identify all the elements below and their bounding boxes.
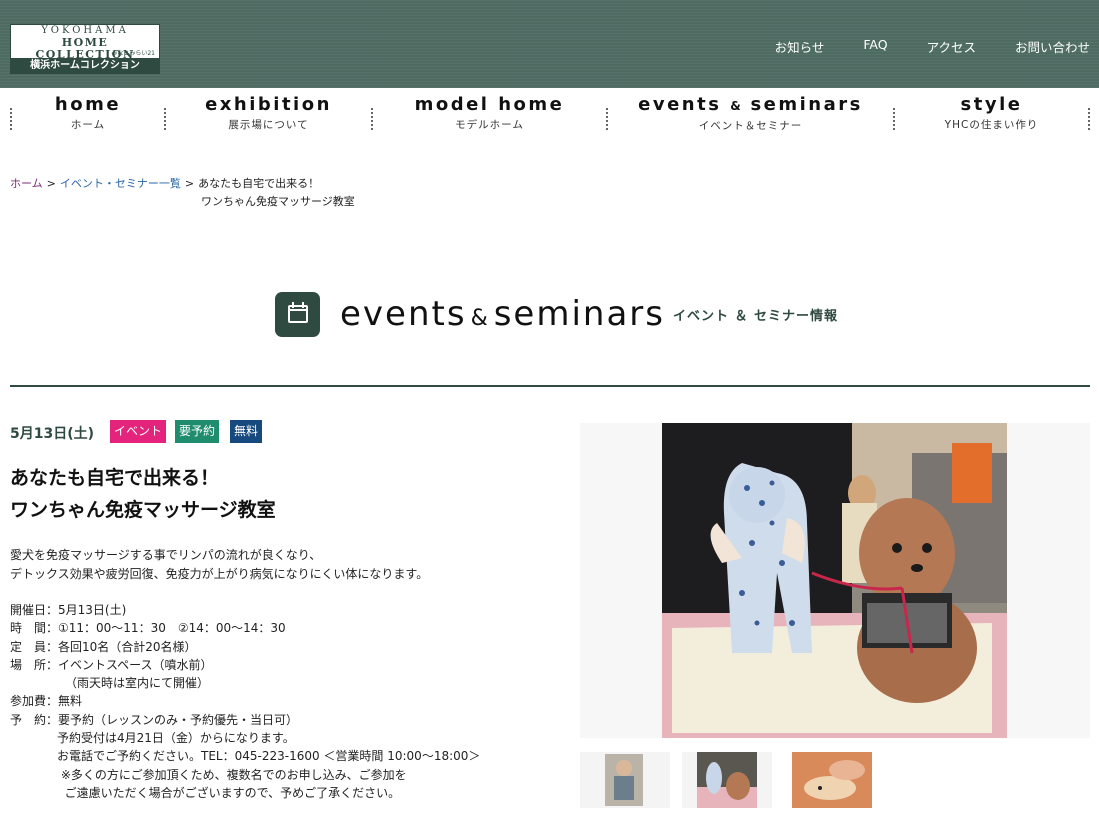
nav-item-model-home-en: model home [414,94,565,115]
util-link-faq[interactable]: FAQ [863,37,887,56]
breadcrumb-list-link[interactable]: イベント・セミナー一覧 [60,177,181,190]
nav-item-exhibition-en: exhibition [205,94,332,115]
nav-separator [1088,108,1090,130]
logo-line3: みなとみらい21 [111,50,155,57]
breadcrumb-current: あなたも自宅で出来る！ [198,177,320,190]
site-logo[interactable]: YOKOHAMA HOME COLLECTION みなとみらい21 横浜ホームコ… [10,24,160,74]
main-photo-frame [580,423,1090,738]
nav-item-home-en: home [54,94,122,115]
breadcrumb-current-line2: ワンちゃん免疫マッサージ教室 [201,195,355,208]
desc-line2: デトックス効果や疲労回復、免疫力が上がり病気になりにくい体になります。 [10,567,429,581]
detail-time-key: 時 間： [10,621,59,636]
nav-item-style-en: style [960,94,1023,115]
main-nav: home ホーム exhibition 展示場について model home モ… [0,92,1099,142]
detail-date-value: 5月13日(土) [58,603,127,617]
breadcrumb: ホーム > イベント・セミナー一覧 > あなたも自宅で出来る！ ワンちゃん免疫マッサージ… [10,175,355,211]
utility-nav: お知らせ FAQ アクセス お問い合わせ [736,37,1090,56]
nav-events-b: seminars [750,94,863,115]
nav-events-amp: & [730,99,742,113]
thumbnail-1[interactable] [580,752,670,808]
detail-time-value: ①11：00～11：30 ②14：00～14：30 [58,621,286,636]
logo-line4: 横浜ホームコレクション [11,58,159,73]
detail-fee-value: 無料 [58,694,83,709]
nav-item-home-jp: ホーム [70,119,106,131]
site-header: YOKOHAMA HOME COLLECTION みなとみらい21 横浜ホームコ… [0,0,1099,88]
event-title-line2: ワンちゃん免疫マッサージ教室 [10,499,276,521]
detail-date-key: 開催日： [10,603,59,617]
detail-capacity-value: 各回10名（合計20名様） [58,639,197,654]
nav-item-events[interactable]: events & seminars イベント＆セミナー [608,92,893,142]
section-title-en: events & seminars [340,294,665,334]
breadcrumb-separator: > [46,177,56,190]
tag-event: イベント [110,420,167,443]
util-link-access[interactable]: アクセス [927,37,976,56]
event-details: 開催日： 5月13日(土) 時 間： ①11：00～11：30 ②14：00～14：… [10,601,480,802]
event-title: あなたも自宅で出来る！ ワンちゃん免疫マッサージ教室 [10,462,276,526]
nav-item-events-jp: イベント＆セミナー [698,120,803,132]
nav-item-exhibition-jp: 展示場について [228,119,309,131]
detail-capacity-key: 定 員： [10,639,59,654]
main-photo-dog [662,423,1007,738]
nav-item-model-home-jp: モデルホーム [455,119,524,131]
logo-line1: YOKOHAMA [41,25,129,36]
detail-place-note: （雨天時は室内にて開催） [65,676,210,691]
detail-reservation-line5: ご遠慮いただく場合がございますので、予めご了承ください。 [57,785,401,800]
section-heading: events & seminars イベント ＆ セミナー情報 [275,290,838,338]
detail-reservation-line2: 予約受付は4月21日（金）からになります。 [57,731,295,746]
nav-item-model-home[interactable]: model home モデルホーム [373,92,606,142]
thumbnail-3[interactable] [792,752,872,808]
event-description: 愛犬を免疫マッサージする事でリンパの流れが良くなり、 デトックス効果や疲労回復、… [10,546,428,584]
detail-place-value: イベントスペース（噴水前） [58,657,213,672]
desc-line1: 愛犬を免疫マッサージする事でリンパの流れが良くなり、 [10,548,322,562]
detail-reservation-line4: ※多くの方にご参加頂くため、複数名でのお申し込み、ご参加を [57,767,407,782]
breadcrumb-separator: > [184,177,195,190]
section-title-jp: イベント ＆ セミナー情報 [673,308,839,324]
event-date: 5月13日(土) [10,426,95,442]
detail-reservation-value: 要予約（レッスンのみ・予約優先・当日可） [58,712,299,727]
breadcrumb-home-link[interactable]: ホーム [10,177,43,190]
tag-free: 無料 [230,420,263,443]
section-en-amp: & [470,306,490,331]
nav-item-style[interactable]: style YHCの住まい作り [895,92,1088,142]
nav-events-a: events [638,94,722,115]
section-divider [10,385,1090,387]
nav-item-events-en: events & seminars [608,92,893,119]
detail-place-key: 場 所： [10,657,59,672]
event-title-line1: あなたも自宅で出来る！ [10,467,220,489]
util-link-news[interactable]: お知らせ [775,37,825,56]
detail-reservation-line3: お電話でご予約ください。TEL：045-223-1600 ＜営業時間 10:00… [57,749,481,764]
nav-item-style-jp: YHCの住まい作り [944,119,1039,131]
detail-reservation-key: 予 約： [10,712,59,727]
thumbnail-2[interactable] [682,752,772,808]
calendar-icon [275,291,320,337]
detail-fee-key: 参加費： [10,694,59,709]
section-en-b: seminars [493,294,665,334]
nav-item-home[interactable]: home ホーム [12,92,164,142]
section-en-a: events [340,294,467,334]
nav-item-exhibition[interactable]: exhibition 展示場について [166,92,371,142]
tag-reservation: 要予約 [175,420,220,443]
util-link-contact[interactable]: お問い合わせ [1015,37,1090,56]
